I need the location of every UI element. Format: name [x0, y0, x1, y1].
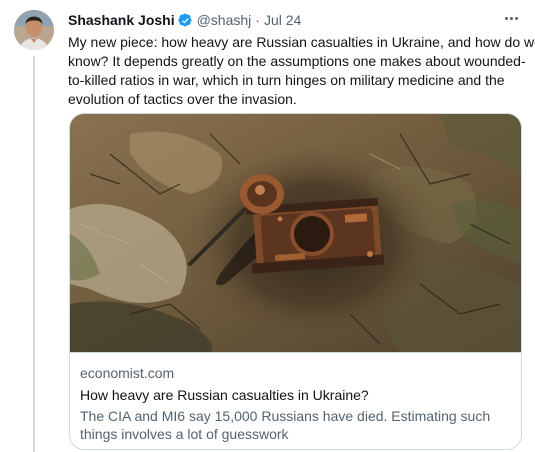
- more-options-icon[interactable]: [501, 10, 521, 26]
- card-body: economist.com How heavy are Russian casu…: [80, 364, 515, 443]
- card-image-destroyed-tank: [70, 114, 521, 352]
- verified-badge-icon: [178, 13, 192, 26]
- card-description-line: The CIA and MI6 say 15,000 Russians have…: [80, 408, 491, 424]
- card-title: How heavy are Russian casualties in Ukra…: [80, 387, 369, 403]
- tweet-date[interactable]: Jul 24: [264, 12, 301, 28]
- tweet-text-line: to-killed ratios in war, which in turn h…: [68, 72, 505, 88]
- card-domain: economist.com: [80, 365, 175, 381]
- card-divider: [70, 352, 521, 353]
- author-avatar[interactable]: [14, 10, 54, 50]
- tweet-text-line: My new piece: how heavy are Russian casu…: [68, 34, 535, 50]
- tweet-text: My new piece: how heavy are Russian casu…: [68, 33, 535, 109]
- card-description-line: things involves a lot of guesswork: [80, 426, 289, 442]
- card-description: The CIA and MI6 say 15,000 Russians have…: [80, 407, 515, 443]
- author-handle[interactable]: @shashj: [197, 12, 252, 28]
- header-separator: ·: [255, 12, 260, 28]
- link-preview-card[interactable]: economist.com How heavy are Russian casu…: [69, 113, 522, 450]
- thread-line: [33, 56, 35, 452]
- tweet-text-line: know? It depends greatly on the assumpti…: [68, 53, 526, 69]
- author-name[interactable]: Shashank Joshi: [68, 12, 175, 28]
- tweet[interactable]: Shashank Joshi @shashj · Jul 24 My new p…: [0, 0, 535, 452]
- tweet-header: Shashank Joshi @shashj · Jul 24: [68, 10, 301, 30]
- person-avatar-icon: [14, 10, 54, 50]
- tweet-text-line: evolution of tactics over the invasion.: [68, 91, 297, 107]
